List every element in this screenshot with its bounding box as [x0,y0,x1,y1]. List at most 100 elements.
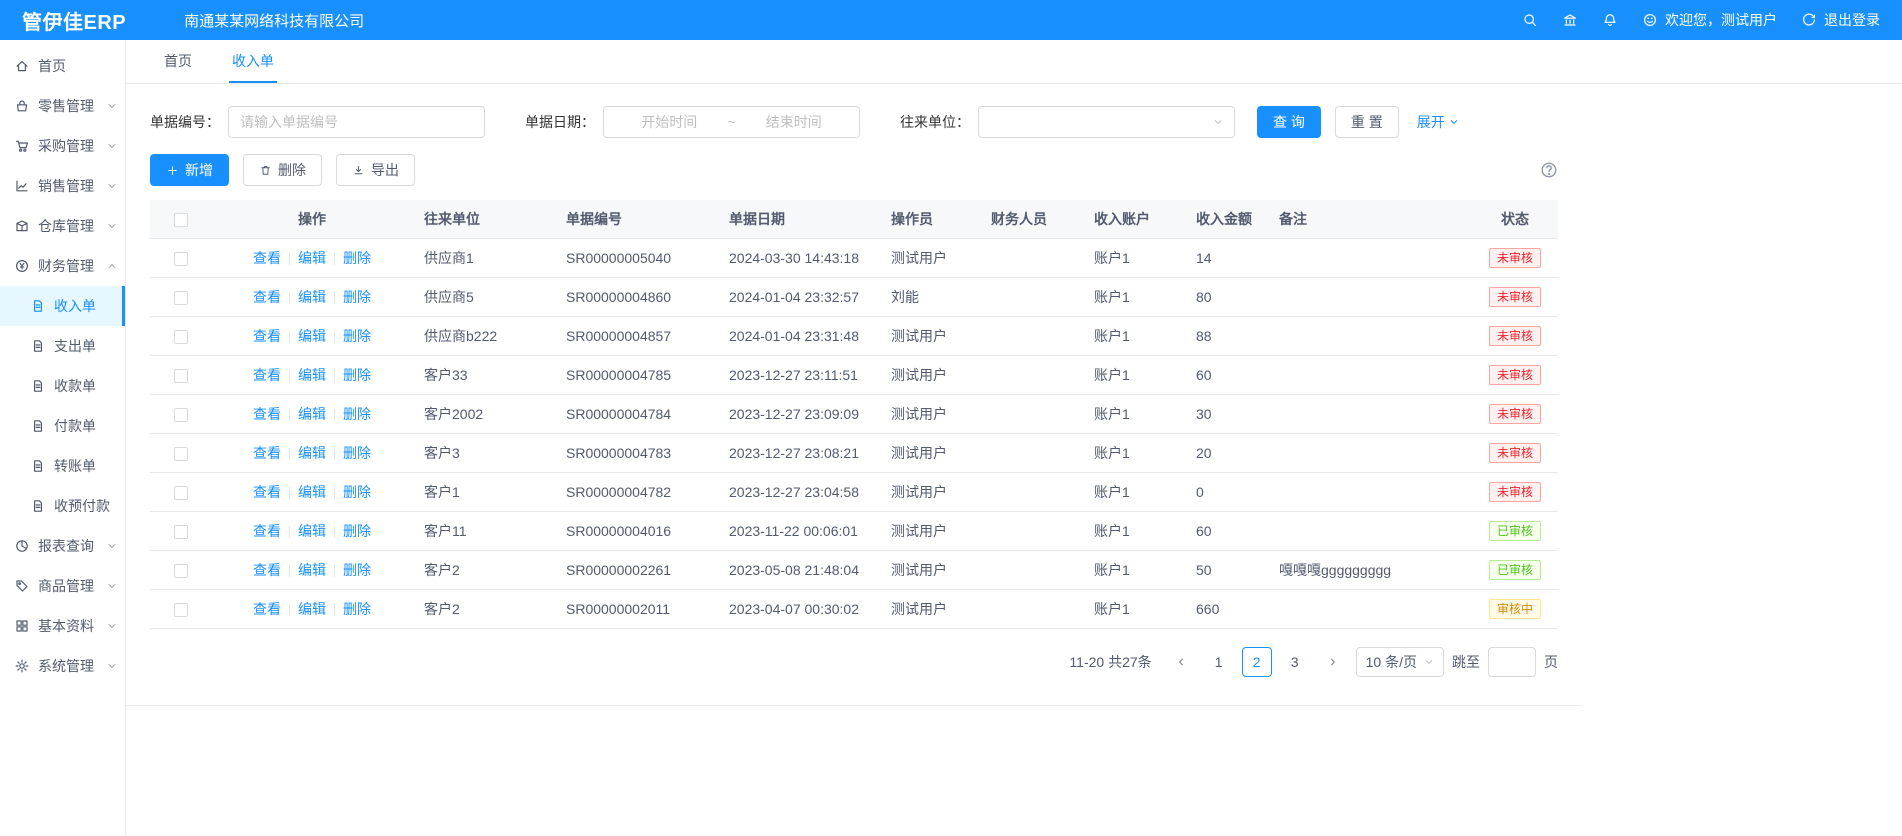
cell-account: 账户1 [1082,277,1184,316]
row-checkbox[interactable] [174,564,188,578]
sidebar-item-sales[interactable]: 销售管理 [0,166,125,206]
edit-link[interactable]: 编辑 [298,406,326,422]
sidebar-subitem-payment-order[interactable]: 付款单 [0,406,125,446]
add-button[interactable]: 新增 [150,154,229,186]
status-badge: 未审核 [1489,287,1541,307]
cell-number: SR00000004016 [554,511,717,550]
expand-toggle[interactable]: 展开 [1417,112,1459,132]
view-link[interactable]: 查看 [253,289,281,305]
tab-income-order[interactable]: 收入单 [229,40,277,83]
tab-home[interactable]: 首页 [161,40,195,83]
edit-link[interactable]: 编辑 [298,484,326,500]
view-link[interactable]: 查看 [253,562,281,578]
row-checkbox[interactable] [174,447,188,461]
row-checkbox[interactable] [174,525,188,539]
delete-link[interactable]: 删除 [343,562,371,578]
bell-icon[interactable] [1602,12,1618,28]
sidebar-item-label: 报表查询 [38,536,107,556]
user-menu[interactable]: 欢迎您，测试用户 [1642,10,1777,30]
finance-icon [14,258,30,274]
row-checkbox[interactable] [174,330,188,344]
delete-link[interactable]: 删除 [343,406,371,422]
view-link[interactable]: 查看 [253,601,281,617]
edit-link[interactable]: 编辑 [298,250,326,266]
sidebar-item-system[interactable]: 系统管理 [0,646,125,686]
delete-button[interactable]: 删除 [243,154,322,186]
sidebar-item-goods[interactable]: 商品管理 [0,566,125,606]
doc-icon [30,418,46,434]
sidebar-subitem-receipt-order[interactable]: 收款单 [0,366,125,406]
sidebar-subitem-advance-receipt[interactable]: 收预付款 [0,486,125,526]
warehouse-icon [14,218,30,234]
sidebar-item-warehouse[interactable]: 仓库管理 [0,206,125,246]
page-button-3[interactable]: 3 [1280,647,1310,677]
view-link[interactable]: 查看 [253,406,281,422]
sidebar-subitem-expense-order[interactable]: 支出单 [0,326,125,366]
logout-button[interactable]: 退出登录 [1801,10,1880,30]
sidebar-item-basic[interactable]: 基本资料 [0,606,125,646]
row-checkbox[interactable] [174,369,188,383]
edit-link[interactable]: 编辑 [298,328,326,344]
page-size-select[interactable]: 10 条/页 [1356,647,1444,677]
sidebar-subitem-transfer-order[interactable]: 转账单 [0,446,125,486]
view-link[interactable]: 查看 [253,367,281,383]
basic-icon [14,618,30,634]
cell-unit: 供应商b222 [412,316,554,355]
edit-link[interactable]: 编辑 [298,523,326,539]
delete-link[interactable]: 删除 [343,523,371,539]
view-link[interactable]: 查看 [253,484,281,500]
next-page-button[interactable] [1318,647,1348,677]
chevron-down-icon [1424,657,1434,667]
export-button[interactable]: 导出 [336,154,415,186]
search-icon[interactable] [1522,12,1538,28]
row-checkbox[interactable] [174,408,188,422]
delete-link[interactable]: 删除 [343,250,371,266]
sidebar-item-purchase[interactable]: 采购管理 [0,126,125,166]
action-divider [334,565,335,577]
view-link[interactable]: 查看 [253,250,281,266]
sidebar-item-retail[interactable]: 零售管理 [0,86,125,126]
start-date-input[interactable] [615,114,723,130]
sidebar-item-home[interactable]: 首页 [0,46,125,86]
sidebar-subitem-income-order[interactable]: 收入单 [0,286,125,326]
prev-page-button[interactable] [1166,647,1196,677]
select-all-checkbox[interactable] [174,213,188,227]
delete-link[interactable]: 删除 [343,328,371,344]
view-link[interactable]: 查看 [253,523,281,539]
edit-link[interactable]: 编辑 [298,289,326,305]
edit-link[interactable]: 编辑 [298,601,326,617]
date-range-picker[interactable]: ~ [603,106,860,138]
sidebar-item-report[interactable]: 报表查询 [0,526,125,566]
delete-link[interactable]: 删除 [343,367,371,383]
search-button[interactable]: 查 询 [1257,106,1321,138]
row-checkbox[interactable] [174,486,188,500]
column-header: 单据编号 [554,200,717,238]
action-divider [334,292,335,304]
edit-link[interactable]: 编辑 [298,445,326,461]
pagination-total: 11-20 共27条 [1069,652,1151,672]
delete-link[interactable]: 删除 [343,484,371,500]
site-icon[interactable] [1562,12,1578,28]
sidebar-item-finance[interactable]: 财务管理 [0,246,125,286]
cell-status: 未审核 [1472,277,1558,316]
page-button-1[interactable]: 1 [1204,647,1234,677]
reset-button[interactable]: 重 置 [1335,106,1399,138]
row-checkbox[interactable] [174,252,188,266]
delete-link[interactable]: 删除 [343,601,371,617]
unit-select[interactable] [978,106,1235,138]
view-link[interactable]: 查看 [253,445,281,461]
delete-link[interactable]: 删除 [343,445,371,461]
edit-link[interactable]: 编辑 [298,367,326,383]
edit-link[interactable]: 编辑 [298,562,326,578]
bill-number-input[interactable] [240,114,473,130]
jump-input[interactable] [1488,647,1536,677]
help-icon[interactable] [1540,161,1558,179]
delete-link[interactable]: 删除 [343,289,371,305]
end-date-input[interactable] [740,114,848,130]
row-checkbox[interactable] [174,603,188,617]
page-button-2[interactable]: 2 [1242,647,1272,677]
app-logo: 管伊佳ERP [22,6,126,35]
row-checkbox[interactable] [174,291,188,305]
view-link[interactable]: 查看 [253,328,281,344]
cell-amount: 660 [1184,589,1267,628]
